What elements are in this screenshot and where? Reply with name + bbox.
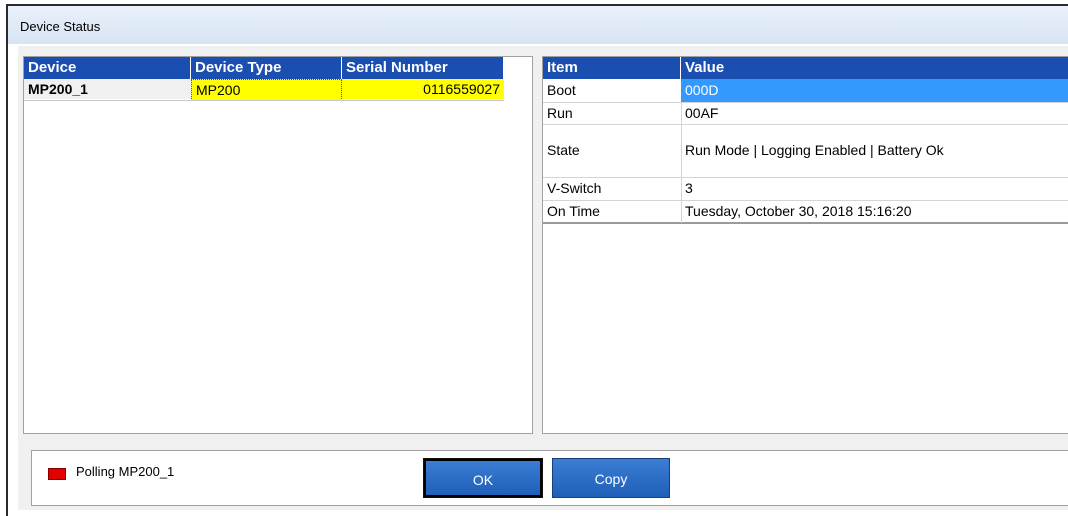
copy-button[interactable]: Copy [552,458,670,498]
detail-panel[interactable]: Item Value Boot 000D Run 00AF State Run … [542,56,1068,434]
column-divider [681,102,682,223]
device-type-cell: MP200 [191,79,342,101]
item-cell: State [547,142,580,158]
status-bar: Polling MP200_1 OK Copy [31,450,1068,506]
column-header-device[interactable]: Device [24,57,191,79]
value-cell: 3 [685,180,693,196]
column-header-value[interactable]: Value [681,57,1068,79]
device-name-cell: MP200_1 [24,79,191,99]
device-status-window: Device Status Device Device Type Serial … [6,4,1068,516]
item-cell: V-Switch [547,180,602,196]
row-divider [24,100,504,101]
column-header-device-type[interactable]: Device Type [191,57,342,79]
item-cell: On Time [547,203,600,219]
table-row[interactable]: Run 00AF [543,102,1068,124]
value-cell: Run Mode | Logging Enabled | Battery Ok [685,142,944,158]
ok-button[interactable]: OK [423,458,543,498]
table-row[interactable]: State Run Mode | Logging Enabled | Batte… [543,124,1068,177]
item-cell: Boot [547,82,576,98]
item-cell: Run [547,105,573,121]
serial-number-cell: 0116559027 [342,79,504,99]
column-header-item[interactable]: Item [543,57,681,79]
table-row[interactable]: Boot 000D [543,79,1068,102]
table-row[interactable]: MP200_1 MP200 0116559027 [24,79,504,101]
table-row[interactable]: V-Switch 3 [543,177,1068,200]
title-bar: Device Status [8,6,1068,44]
value-cell: 00AF [685,105,719,121]
value-cell: 000D [681,79,1068,102]
value-cell: Tuesday, October 30, 2018 15:16:20 [685,203,912,219]
table-bottom-border [543,222,1068,224]
polling-status-text: Polling MP200_1 [76,464,175,479]
device-list-panel[interactable]: Device Device Type Serial Number MP200_1… [23,56,533,434]
column-header-serial-number[interactable]: Serial Number [342,57,504,79]
dialog-client-area: Device Device Type Serial Number MP200_1… [18,46,1068,510]
status-indicator-icon [48,468,66,480]
table-row[interactable]: On Time Tuesday, October 30, 2018 15:16:… [543,200,1068,222]
window-title: Device Status [20,19,101,34]
